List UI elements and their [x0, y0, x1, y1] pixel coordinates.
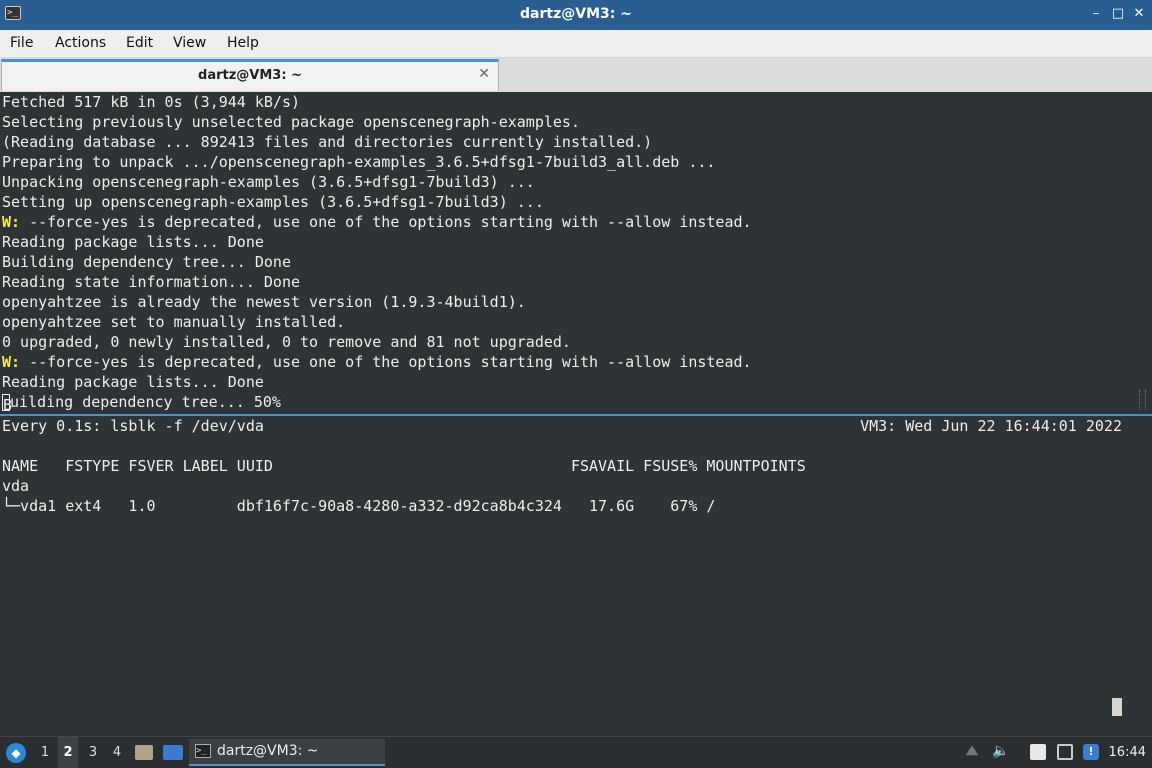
- terminal-line: openyahtzee is already the newest versio…: [0, 292, 1152, 312]
- terminal-line: Reading state information... Done: [0, 272, 1152, 292]
- terminal-line-text: openyahtzee is already the newest versio…: [2, 293, 526, 311]
- close-window-button[interactable]: ✕: [1131, 6, 1147, 22]
- volume-icon[interactable]: 🔈: [992, 743, 1009, 759]
- terminal-line-text: Selecting previously unselected package …: [2, 113, 580, 131]
- terminal-line: W: --force-yes is deprecated, use one of…: [0, 212, 1152, 232]
- clipboard-icon[interactable]: [1030, 744, 1046, 760]
- taskbar: ◆ 1 2 3 4 >_ dartz@VM3: ~ 🔈 ! 16:44: [0, 736, 1152, 768]
- maximize-button[interactable]: □: [1110, 6, 1126, 22]
- pane-scrollbar[interactable]: [1139, 390, 1146, 410]
- terminal-line: Building dependency tree... Done: [0, 252, 1152, 272]
- tab-bar: dartz@VM3: ~ ✕: [0, 58, 1152, 93]
- notification-icon[interactable]: !: [1083, 744, 1099, 760]
- workspace-2[interactable]: 2: [58, 737, 78, 768]
- terminal-line: Unpacking openscenegraph-examples (3.6.5…: [0, 172, 1152, 192]
- window-titlebar[interactable]: >_ dartz@VM3: ~ – □ ✕: [0, 0, 1152, 30]
- terminal-line-text: Fetched 517 kB in 0s (3,944 kB/s): [2, 93, 301, 111]
- clock[interactable]: 16:44: [1109, 737, 1146, 768]
- terminal-line-text: Preparing to unpack .../openscenegraph-e…: [2, 153, 716, 171]
- workspace-3[interactable]: 3: [83, 737, 103, 768]
- terminal-line: Reading package lists... Done: [0, 232, 1152, 252]
- terminal-line-text: Reading state information... Done: [2, 273, 301, 291]
- terminal-line: W: --force-yes is deprecated, use one of…: [0, 352, 1152, 372]
- terminal-last-line: Building dependency tree... 50%: [2, 393, 281, 412]
- watch-header: Every 0.1s: lsblk -f /dev/vda VM3: Wed J…: [0, 416, 1152, 436]
- terminal-line-text: --force-yes is deprecated, use one of th…: [20, 213, 752, 231]
- start-menu-icon[interactable]: ◆: [6, 743, 26, 763]
- terminal-line: Preparing to unpack .../openscenegraph-e…: [0, 152, 1152, 172]
- lsblk-row: └─vda1 ext4 1.0 dbf16f7c-90a8-4280-a332-…: [2, 497, 716, 515]
- warning-prefix: W:: [2, 213, 21, 231]
- show-desktop-icon[interactable]: [163, 745, 183, 760]
- file-manager-icon[interactable]: [135, 745, 153, 760]
- menu-edit[interactable]: Edit: [126, 35, 153, 51]
- terminal-line: openyahtzee set to manually installed.: [0, 312, 1152, 332]
- terminal-line: Fetched 517 kB in 0s (3,944 kB/s): [0, 92, 1152, 112]
- tab-label: dartz@VM3: ~: [198, 68, 302, 83]
- tray-arrow-icon[interactable]: [965, 745, 979, 756]
- workspace-1[interactable]: 1: [35, 737, 55, 768]
- terminal-line-text: Building dependency tree... Done: [2, 253, 291, 271]
- menu-actions[interactable]: Actions: [55, 35, 106, 51]
- warning-prefix: W:: [2, 353, 21, 371]
- watch-status: VM3: Wed Jun 22 16:44:01 2022: [860, 417, 1122, 435]
- terminal-icon: >_: [195, 744, 211, 758]
- text-cursor: B: [2, 394, 13, 412]
- minimize-button[interactable]: –: [1088, 6, 1104, 22]
- taskbar-task-terminal[interactable]: >_ dartz@VM3: ~: [189, 739, 385, 766]
- terminal-line-text: Reading package lists... Done: [2, 373, 264, 391]
- terminal-line-text: 0 upgraded, 0 newly installed, 0 to remo…: [2, 333, 571, 351]
- menu-help[interactable]: Help: [227, 35, 259, 51]
- menu-bar: File Actions Edit View Help: [0, 30, 1152, 58]
- terminal-line-text: Setting up openscenegraph-examples (3.6.…: [2, 193, 544, 211]
- lsblk-table-header: NAME FSTYPE FSVER LABEL UUID FSAVAIL FSU…: [2, 457, 806, 475]
- watch-command: Every 0.1s: lsblk -f /dev/vda: [2, 417, 264, 435]
- terminal-line-text: --force-yes is deprecated, use one of th…: [20, 353, 752, 371]
- window-title: dartz@VM3: ~: [520, 6, 632, 22]
- terminal-output: Fetched 517 kB in 0s (3,944 kB/s) Selecti…: [0, 92, 1152, 392]
- workspace-4[interactable]: 4: [107, 737, 127, 768]
- tab-close-icon[interactable]: ✕: [478, 66, 490, 82]
- terminal-line-text: Reading package lists... Done: [2, 233, 264, 251]
- terminal-pane-bottom[interactable]: Every 0.1s: lsblk -f /dev/vda VM3: Wed J…: [0, 414, 1152, 734]
- network-icon[interactable]: [1057, 744, 1073, 760]
- terminal-line: (Reading database ... 892413 files and d…: [0, 132, 1152, 152]
- terminal-line: Setting up openscenegraph-examples (3.6.…: [0, 192, 1152, 212]
- terminal-line-text: (Reading database ... 892413 files and d…: [2, 133, 653, 151]
- menu-file[interactable]: File: [10, 35, 33, 51]
- text-cursor: [1112, 698, 1122, 716]
- terminal-line-text: Unpacking openscenegraph-examples (3.6.5…: [2, 173, 535, 191]
- terminal-pane-top[interactable]: Fetched 517 kB in 0s (3,944 kB/s) Selecti…: [0, 92, 1152, 412]
- tab-terminal[interactable]: dartz@VM3: ~ ✕: [1, 59, 499, 91]
- task-label: dartz@VM3: ~: [217, 743, 319, 759]
- terminal-line: Reading package lists... Done: [0, 372, 1152, 392]
- terminal-line: Selecting previously unselected package …: [0, 112, 1152, 132]
- menu-view[interactable]: View: [173, 35, 206, 51]
- terminal-line: 0 upgraded, 0 newly installed, 0 to remo…: [0, 332, 1152, 352]
- lsblk-row: vda: [2, 477, 30, 495]
- terminal-line-text: openyahtzee set to manually installed.: [2, 313, 346, 331]
